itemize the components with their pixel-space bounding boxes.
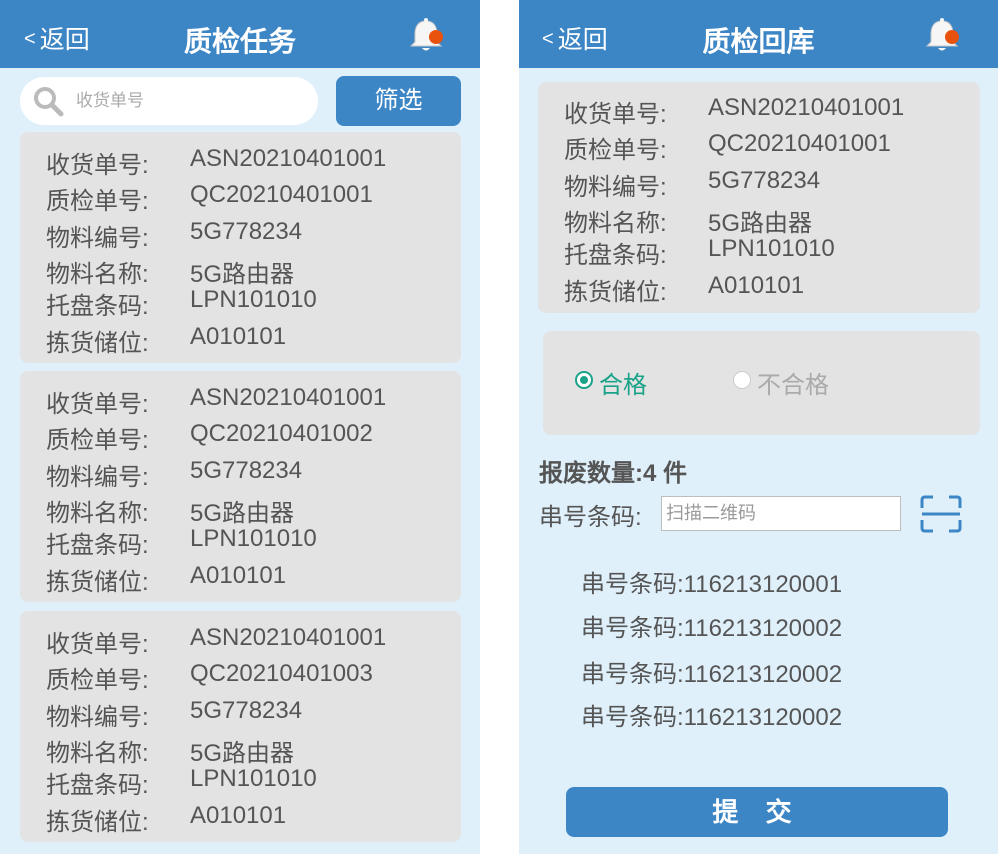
field-label: 物料名称: bbox=[564, 210, 667, 237]
field-value: A010101 bbox=[708, 272, 805, 299]
field-value: 5G路由器 bbox=[190, 500, 295, 527]
task-card[interactable]: 收货单号: ASN20210401001 质检单号: QC20210401002 物… bbox=[20, 371, 461, 602]
serial-label: 串号条码: bbox=[581, 615, 684, 642]
field-label: 质检单号: bbox=[46, 188, 149, 215]
quality-return-screen: < 返回 质检回库 收货单号: ASN20210401001 质检单号: QC2021… bbox=[519, 0, 998, 854]
header: < 返回 质检回库 bbox=[519, 0, 998, 68]
serial-label: 串号条码: bbox=[581, 704, 684, 731]
field-label: 托盘条码: bbox=[564, 242, 667, 269]
field-label: 拣货储位: bbox=[564, 279, 667, 306]
pass-label: 合格 bbox=[599, 372, 647, 399]
field-value: ASN20210401001 bbox=[190, 384, 387, 411]
field-label: 托盘条码: bbox=[46, 772, 149, 799]
search-input[interactable] bbox=[76, 87, 306, 115]
task-card[interactable]: 收货单号: ASN20210401001 质检单号: QC20210401003 物… bbox=[20, 611, 461, 842]
quality-task-screen: <返回 质检任务 筛选 收货单号: ASN20210401001 质检单号: QC2… bbox=[0, 0, 480, 854]
qc-result-panel: 合格 不合格 bbox=[543, 331, 980, 435]
bell-icon[interactable] bbox=[923, 16, 963, 56]
field-label: 物料名称: bbox=[46, 500, 149, 527]
field-label: 质检单号: bbox=[46, 667, 149, 694]
serial-list-item: 串号条码:116213120002 bbox=[581, 697, 843, 731]
serial-label: 串号条码: bbox=[581, 661, 684, 688]
field-label: 拣货储位: bbox=[46, 809, 149, 836]
field-value: 5G778234 bbox=[708, 167, 821, 194]
field-label: 收货单号: bbox=[46, 152, 149, 179]
radio-checked-icon bbox=[575, 371, 593, 389]
field-value: ASN20210401001 bbox=[190, 624, 387, 651]
field-value: 5G778234 bbox=[190, 457, 303, 484]
field-label: 物料编号: bbox=[46, 225, 149, 252]
field-label: 拣货储位: bbox=[46, 569, 149, 596]
field-value: LPN101010 bbox=[190, 525, 317, 552]
field-value: LPN101010 bbox=[190, 765, 317, 792]
search-icon bbox=[34, 87, 64, 117]
field-label: 物料名称: bbox=[46, 261, 149, 288]
field-label: 托盘条码: bbox=[46, 532, 149, 559]
serial-list-item: 串号条码:116213120002 bbox=[581, 608, 843, 642]
scrap-count: 4 件 bbox=[643, 460, 688, 487]
header: < 返回 质检任务 bbox=[0, 0, 480, 68]
submit-button[interactable]: 提 交 bbox=[566, 787, 948, 837]
field-label: 质检单号: bbox=[564, 137, 667, 164]
field-label: 质检单号: bbox=[46, 427, 149, 454]
scrap-label: 报废数量: bbox=[539, 460, 643, 487]
field-value: 5G778234 bbox=[190, 218, 303, 245]
field-label: 收货单号: bbox=[46, 391, 149, 418]
field-value: QC20210401001 bbox=[708, 130, 891, 157]
field-value: A010101 bbox=[190, 802, 287, 829]
serial-value: 116213120001 bbox=[683, 571, 843, 598]
field-value: 5G778234 bbox=[190, 697, 303, 724]
field-value: 5G路由器 bbox=[708, 210, 813, 237]
field-value: LPN101010 bbox=[708, 235, 835, 262]
filter-button[interactable]: 筛选 bbox=[336, 76, 461, 126]
bell-icon[interactable] bbox=[407, 16, 447, 56]
serial-input-label: 串号条码: bbox=[539, 504, 642, 531]
field-value: QC20210401001 bbox=[190, 181, 373, 208]
field-value: ASN20210401001 bbox=[190, 145, 387, 172]
scrap-quantity: 报废数量:4 件 bbox=[539, 453, 687, 488]
field-label: 物料编号: bbox=[46, 704, 149, 731]
field-label: 收货单号: bbox=[564, 101, 667, 128]
field-label: 物料编号: bbox=[46, 464, 149, 491]
serial-value: 116213120002 bbox=[683, 615, 843, 642]
field-label: 物料编号: bbox=[564, 174, 667, 201]
search-box bbox=[20, 77, 318, 125]
field-value: A010101 bbox=[190, 323, 287, 350]
field-label: 收货单号: bbox=[46, 631, 149, 658]
field-value: LPN101010 bbox=[190, 286, 317, 313]
serial-list-item: 串号条码:116213120002 bbox=[581, 654, 843, 688]
radio-unchecked-icon bbox=[733, 371, 751, 389]
field-label: 托盘条码: bbox=[46, 293, 149, 320]
field-value: QC20210401002 bbox=[190, 420, 373, 447]
field-value: 5G路由器 bbox=[190, 740, 295, 767]
task-card[interactable]: 收货单号: ASN20210401001 质检单号: QC20210401001 物… bbox=[20, 132, 461, 363]
field-label: 物料名称: bbox=[46, 740, 149, 767]
field-label: 拣货储位: bbox=[46, 330, 149, 357]
serial-label: 串号条码: bbox=[581, 571, 684, 598]
field-value: 5G路由器 bbox=[190, 261, 295, 288]
fail-label: 不合格 bbox=[757, 372, 829, 399]
serial-input[interactable] bbox=[661, 496, 901, 531]
field-value: ASN20210401001 bbox=[708, 94, 905, 121]
serial-list-item: 串号条码:116213120001 bbox=[581, 564, 843, 598]
field-value: A010101 bbox=[190, 562, 287, 589]
serial-value: 116213120002 bbox=[683, 704, 843, 731]
serial-value: 116213120002 bbox=[683, 661, 843, 688]
scan-icon[interactable] bbox=[920, 495, 962, 533]
info-card: 收货单号: ASN20210401001 质检单号: QC20210401001 物… bbox=[538, 82, 980, 313]
field-value: QC20210401003 bbox=[190, 660, 373, 687]
